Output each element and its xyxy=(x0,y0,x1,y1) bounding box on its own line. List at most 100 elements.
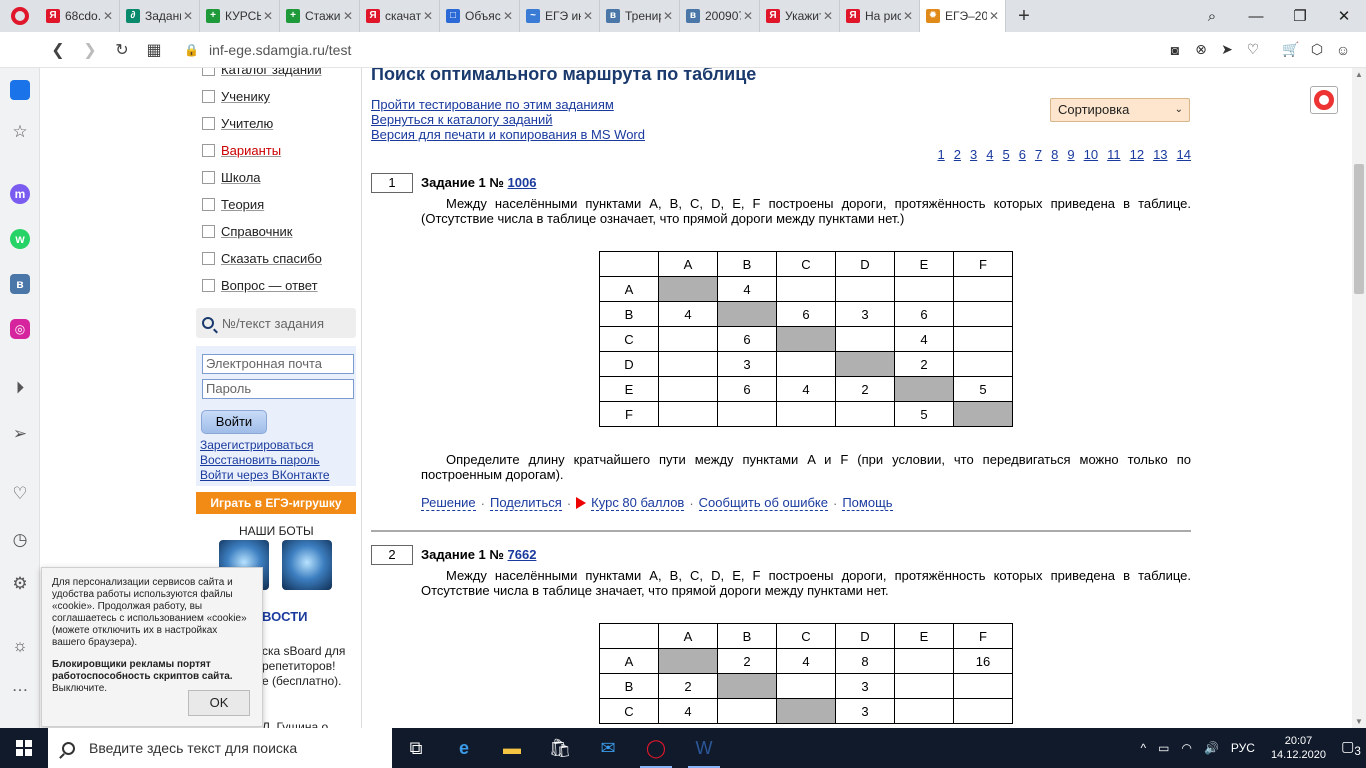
scroll-thumb[interactable] xyxy=(1354,164,1364,294)
vk-login-link[interactable]: Войти через ВКонтакте xyxy=(200,468,330,482)
site-nav-item[interactable]: Справочник xyxy=(202,224,293,239)
task-id-link[interactable]: 1006 xyxy=(508,175,537,190)
history-icon[interactable]: ◷ xyxy=(10,530,30,550)
cube-icon[interactable]: ⬡ xyxy=(1304,41,1330,58)
site-nav-item[interactable]: Теория xyxy=(202,197,264,212)
browser-tab[interactable]: Я Укажит ✕ xyxy=(760,0,840,32)
taskbar-search[interactable]: Введите здесь текст для поиска xyxy=(48,728,392,768)
nav-checkbox[interactable] xyxy=(202,279,215,292)
store-icon[interactable]: 🛍 xyxy=(536,728,584,768)
page-link[interactable]: 3 xyxy=(970,147,977,162)
login-button[interactable]: Войти xyxy=(201,410,267,434)
course-link[interactable]: Курс 80 баллов xyxy=(591,495,685,511)
site-nav-item[interactable]: Школа xyxy=(202,170,261,185)
speed-dial-icon[interactable]: ☆ xyxy=(10,122,30,142)
battery-icon[interactable]: ▭ xyxy=(1158,741,1169,755)
page-link[interactable]: 11 xyxy=(1107,147,1121,162)
more-icon[interactable]: … xyxy=(10,676,30,696)
register-link[interactable]: Зарегистрироваться xyxy=(200,438,313,452)
workspace-icon[interactable] xyxy=(10,80,30,100)
tab-search-icon[interactable]: ⌕ xyxy=(1190,8,1234,25)
report-error-link[interactable]: Сообщить об ошибке xyxy=(698,495,828,511)
messenger-icon[interactable]: m xyxy=(10,184,30,204)
print-version-link[interactable]: Версия для печати и копирования в MS Wor… xyxy=(371,127,645,142)
settings-icon[interactable]: ⚙ xyxy=(10,574,30,594)
nav-checkbox[interactable] xyxy=(202,171,215,184)
browser-tab[interactable]: + Стажир✕ xyxy=(280,0,360,32)
close-window-button[interactable]: ✕ xyxy=(1322,7,1366,25)
nav-checkbox[interactable] xyxy=(202,90,215,103)
tab-close-icon[interactable]: ✕ xyxy=(743,9,753,23)
send-sidebar-icon[interactable]: ➢ xyxy=(10,424,30,444)
bot-avatar[interactable] xyxy=(282,540,332,590)
language-indicator[interactable]: РУС xyxy=(1231,741,1255,755)
game-button[interactable]: Играть в ЕГЭ-игрушку xyxy=(196,492,356,514)
scroll-up-icon[interactable]: ▲ xyxy=(1352,70,1366,79)
start-test-link[interactable]: Пройти тестирование по этим заданиям xyxy=(371,97,614,112)
instagram-icon[interactable]: ◎ xyxy=(10,319,30,339)
password-field[interactable]: Пароль xyxy=(202,379,354,399)
opera-taskbar-icon[interactable]: ◯ xyxy=(632,728,680,768)
sort-select[interactable]: Сортировка ⌄ xyxy=(1050,98,1190,122)
page-link[interactable]: 1 xyxy=(938,147,945,162)
nav-checkbox[interactable] xyxy=(202,198,215,211)
page-link[interactable]: 2 xyxy=(954,147,961,162)
wifi-icon[interactable]: ◠ xyxy=(1181,741,1191,755)
page-link[interactable]: 14 xyxy=(1177,147,1191,162)
site-nav-item[interactable]: Ученику xyxy=(202,89,270,104)
browser-tab[interactable]: в Тренир✕ xyxy=(600,0,680,32)
page-link[interactable]: 7 xyxy=(1035,147,1042,162)
site-nav-item[interactable]: Варианты xyxy=(202,143,281,158)
heart-icon[interactable]: ♡ xyxy=(1240,41,1266,58)
tab-close-icon[interactable]: ✕ xyxy=(989,9,999,23)
help-lifebuoy-icon[interactable] xyxy=(1310,86,1338,114)
vk-icon[interactable]: в xyxy=(10,274,30,294)
browser-tab[interactable]: + КУРСЫ✕ xyxy=(200,0,280,32)
notifications-icon[interactable]: ▢3 xyxy=(1336,738,1366,758)
send-icon[interactable]: ➤ xyxy=(1214,41,1240,58)
tab-close-icon[interactable]: ✕ xyxy=(583,9,593,23)
tab-close-icon[interactable]: ✕ xyxy=(823,9,833,23)
clock[interactable]: 20:07 14.12.2020 xyxy=(1271,734,1326,762)
whatsapp-icon[interactable]: w xyxy=(10,229,30,249)
tab-close-icon[interactable]: ✕ xyxy=(343,9,353,23)
task-view-icon[interactable]: ⧉ xyxy=(392,728,440,768)
browser-tab[interactable]: Яскачат ✕ xyxy=(360,0,440,32)
tab-close-icon[interactable]: ✕ xyxy=(183,9,193,23)
help-link[interactable]: Помощь xyxy=(842,495,893,511)
browser-tab[interactable]: Я На рис ✕ xyxy=(840,0,920,32)
cookie-ok-button[interactable]: OK xyxy=(188,690,250,716)
tab-close-icon[interactable]: ✕ xyxy=(663,9,673,23)
nav-checkbox[interactable] xyxy=(202,68,215,76)
tab-close-icon[interactable]: ✕ xyxy=(263,9,273,23)
bookmarks-icon[interactable]: ♡ xyxy=(10,484,30,504)
browser-tab[interactable]: Я 68cdo.r✕ xyxy=(40,0,120,32)
share-link[interactable]: Поделиться xyxy=(490,495,562,511)
lightbulb-icon[interactable]: ☼ xyxy=(10,636,30,656)
tab-close-icon[interactable]: ✕ xyxy=(103,9,113,23)
site-nav-item[interactable]: Учителю xyxy=(202,116,273,131)
page-link[interactable]: 4 xyxy=(986,147,993,162)
nav-checkbox[interactable] xyxy=(202,117,215,130)
news-line[interactable]: Л. Гущина о xyxy=(262,720,328,728)
news-line[interactable]: репетиторов! xyxy=(262,659,335,673)
restore-button[interactable]: ❐ xyxy=(1278,7,1322,25)
forward-button[interactable]: ❯ xyxy=(74,40,106,60)
camera-icon[interactable]: ◙ xyxy=(1162,42,1188,58)
browser-tab[interactable]: ∂ Задани✕ xyxy=(120,0,200,32)
page-link[interactable]: 9 xyxy=(1067,147,1074,162)
opera-menu-icon[interactable] xyxy=(0,0,40,32)
cart-icon[interactable]: 🛒 xyxy=(1278,41,1304,58)
catalog-link[interactable]: Вернуться к каталогу заданий xyxy=(371,112,552,127)
profile-icon[interactable]: ☺ xyxy=(1330,42,1356,58)
player-icon[interactable]: ⏵ xyxy=(10,378,30,398)
mail-icon[interactable]: ✉ xyxy=(584,728,632,768)
tab-close-icon[interactable]: ✕ xyxy=(423,9,433,23)
site-nav-item[interactable]: Каталог заданий xyxy=(202,68,322,77)
task-id-link[interactable]: 7662 xyxy=(508,547,537,562)
nav-checkbox[interactable] xyxy=(202,225,215,238)
reload-button[interactable]: ↻ xyxy=(106,40,138,60)
tab-close-icon[interactable]: ✕ xyxy=(503,9,513,23)
word-icon[interactable]: W xyxy=(680,728,728,768)
adblock-icon[interactable]: ⊗ xyxy=(1188,41,1214,58)
